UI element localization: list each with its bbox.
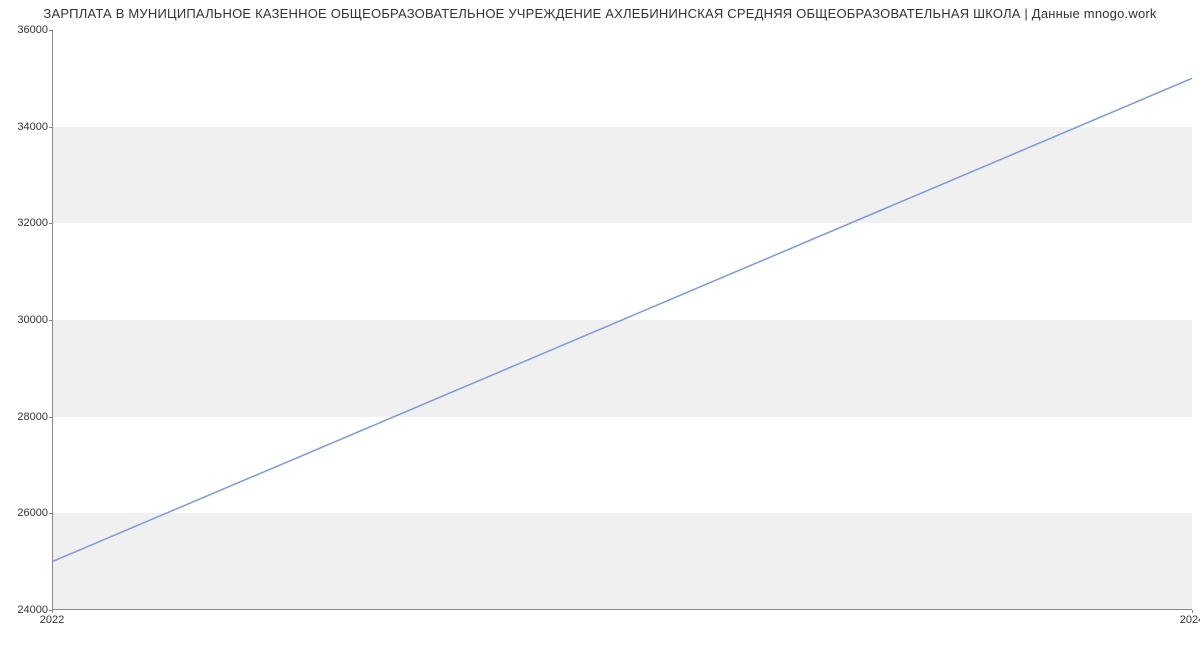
y-tick-mark (49, 513, 52, 514)
y-tick-label: 34000 (17, 121, 48, 133)
chart-container: ЗАРПЛАТА В МУНИЦИПАЛЬНОЕ КАЗЕННОЕ ОБЩЕОБ… (0, 0, 1200, 650)
x-tick-label: 2022 (40, 614, 64, 626)
y-tick-label: 26000 (17, 507, 48, 519)
y-tick-mark (49, 127, 52, 128)
y-tick-label: 32000 (17, 217, 48, 229)
y-tick-mark (49, 223, 52, 224)
data-line (52, 78, 1192, 561)
y-tick-mark (49, 30, 52, 31)
chart-title: ЗАРПЛАТА В МУНИЦИПАЛЬНОЕ КАЗЕННОЕ ОБЩЕОБ… (0, 6, 1200, 21)
y-tick-label: 30000 (17, 314, 48, 326)
y-tick-mark (49, 417, 52, 418)
line-svg (52, 30, 1192, 610)
y-tick-label: 36000 (17, 24, 48, 36)
plot-area (52, 30, 1192, 610)
y-tick-label: 28000 (17, 411, 48, 423)
x-tick-mark (1192, 610, 1193, 613)
x-tick-mark (52, 610, 53, 613)
x-tick-label: 2024 (1180, 614, 1200, 626)
y-tick-mark (49, 320, 52, 321)
